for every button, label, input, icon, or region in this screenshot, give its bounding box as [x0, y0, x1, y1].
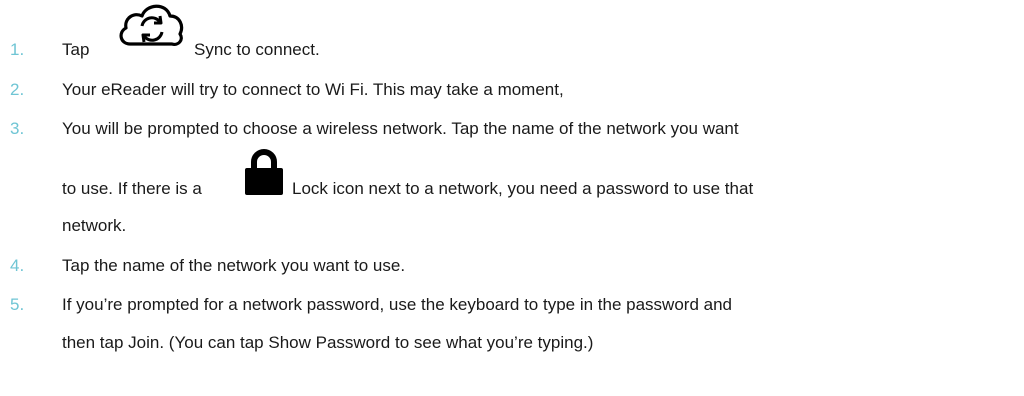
step-text-before-icon: to use. If there is a [62, 179, 202, 198]
step-number: 3. [10, 119, 25, 138]
step-text: Tap the name of the network you want to … [62, 256, 406, 275]
instruction-list: 1. Tap Sync to connect. 2. Your eReader … [0, 0, 1024, 396]
step-text-after-icon: Lock icon next to a network, you need a … [292, 179, 754, 198]
step-text-line: network. [62, 216, 127, 235]
step-text-line: If you’re prompted for a network passwor… [62, 295, 732, 314]
step-text-after-icon: Sync to connect. [194, 40, 320, 59]
step-number: 4. [10, 256, 25, 275]
step-number: 5. [10, 295, 25, 314]
step-text-line: then tap Join. (You can tap Show Passwor… [62, 333, 594, 352]
step-text: Your eReader will try to connect to Wi F… [62, 80, 564, 99]
step-number: 1. [10, 40, 25, 59]
lock-icon [245, 149, 283, 195]
sync-cloud-icon [119, 4, 184, 46]
step-text-line: You will be prompted to choose a wireles… [62, 119, 739, 138]
step-number: 2. [10, 80, 25, 99]
step-text-before-icon: Tap [62, 40, 90, 59]
